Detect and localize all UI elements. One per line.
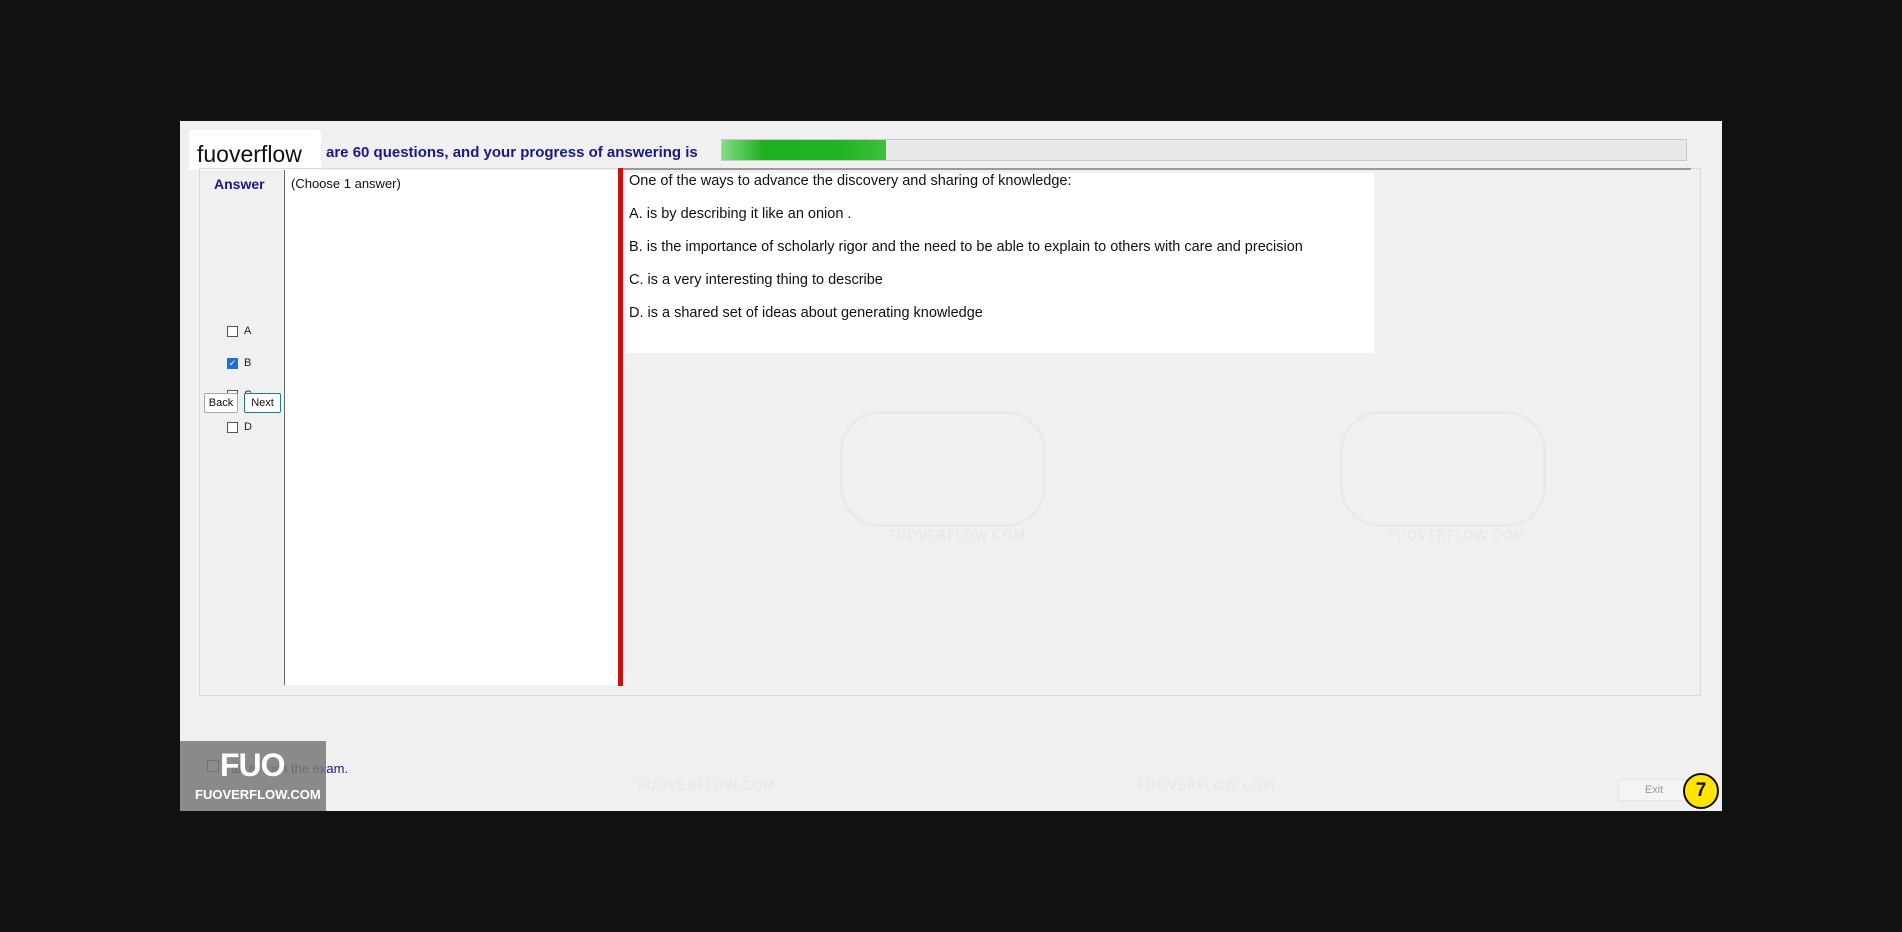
watermark-text: FUOVERFLOW.COM: [1138, 779, 1276, 794]
watermark-text: FUOVERFLOW.COM: [638, 779, 776, 794]
answer-option-b[interactable]: ✓ B: [227, 355, 251, 371]
divider-top-line: [623, 168, 1691, 170]
brand-name: fuoverflow: [197, 141, 302, 167]
checkmark-icon: ✓: [228, 357, 237, 368]
answer-option-a[interactable]: A: [227, 323, 251, 339]
choice-c: C. is a very interesting thing to descri…: [629, 272, 883, 288]
option-label-a: A: [244, 325, 252, 337]
progress-bar: [721, 139, 1687, 161]
checkbox-b[interactable]: ✓: [227, 357, 238, 369]
fuo-logo-mark: FUO: [220, 747, 286, 783]
answer-title: Answer: [214, 176, 265, 192]
panel-divider[interactable]: [618, 168, 623, 686]
checkbox-a[interactable]: [227, 325, 238, 337]
fuo-logo-site: FUOVERFLOW.COM: [195, 787, 321, 802]
question-panel: One of the ways to advance the discovery…: [626, 173, 1374, 353]
multi-choice-panel: (Choose 1 answer): [284, 170, 621, 685]
question-text: One of the ways to advance the discovery…: [629, 173, 1072, 189]
page-number-badge: 7: [1683, 773, 1719, 809]
fuo-logo-badge: FUO FUOVERFLOW.COM: [180, 741, 326, 811]
choice-b: B. is the importance of scholarly rigor …: [629, 239, 1303, 255]
choice-d: D. is a shared set of ideas about genera…: [629, 305, 983, 321]
choose-instruction: (Choose 1 answer): [291, 176, 401, 191]
option-label-d: D: [244, 421, 252, 433]
back-button[interactable]: Back: [204, 393, 238, 413]
next-button[interactable]: Next: [244, 393, 281, 413]
checkbox-d[interactable]: [227, 421, 238, 433]
exit-button[interactable]: Exit: [1618, 779, 1690, 801]
option-label-b: B: [244, 357, 252, 369]
exam-window: FUOVERFLOW.COM FUOVERFLOW.COM FUOVERFLOW…: [180, 121, 1722, 811]
choice-a: A. is by describing it like an onion .: [629, 206, 852, 222]
progress-label: are 60 questions, and your progress of a…: [326, 144, 698, 161]
answer-option-d[interactable]: D: [227, 419, 252, 435]
progress-fill: [722, 140, 886, 160]
